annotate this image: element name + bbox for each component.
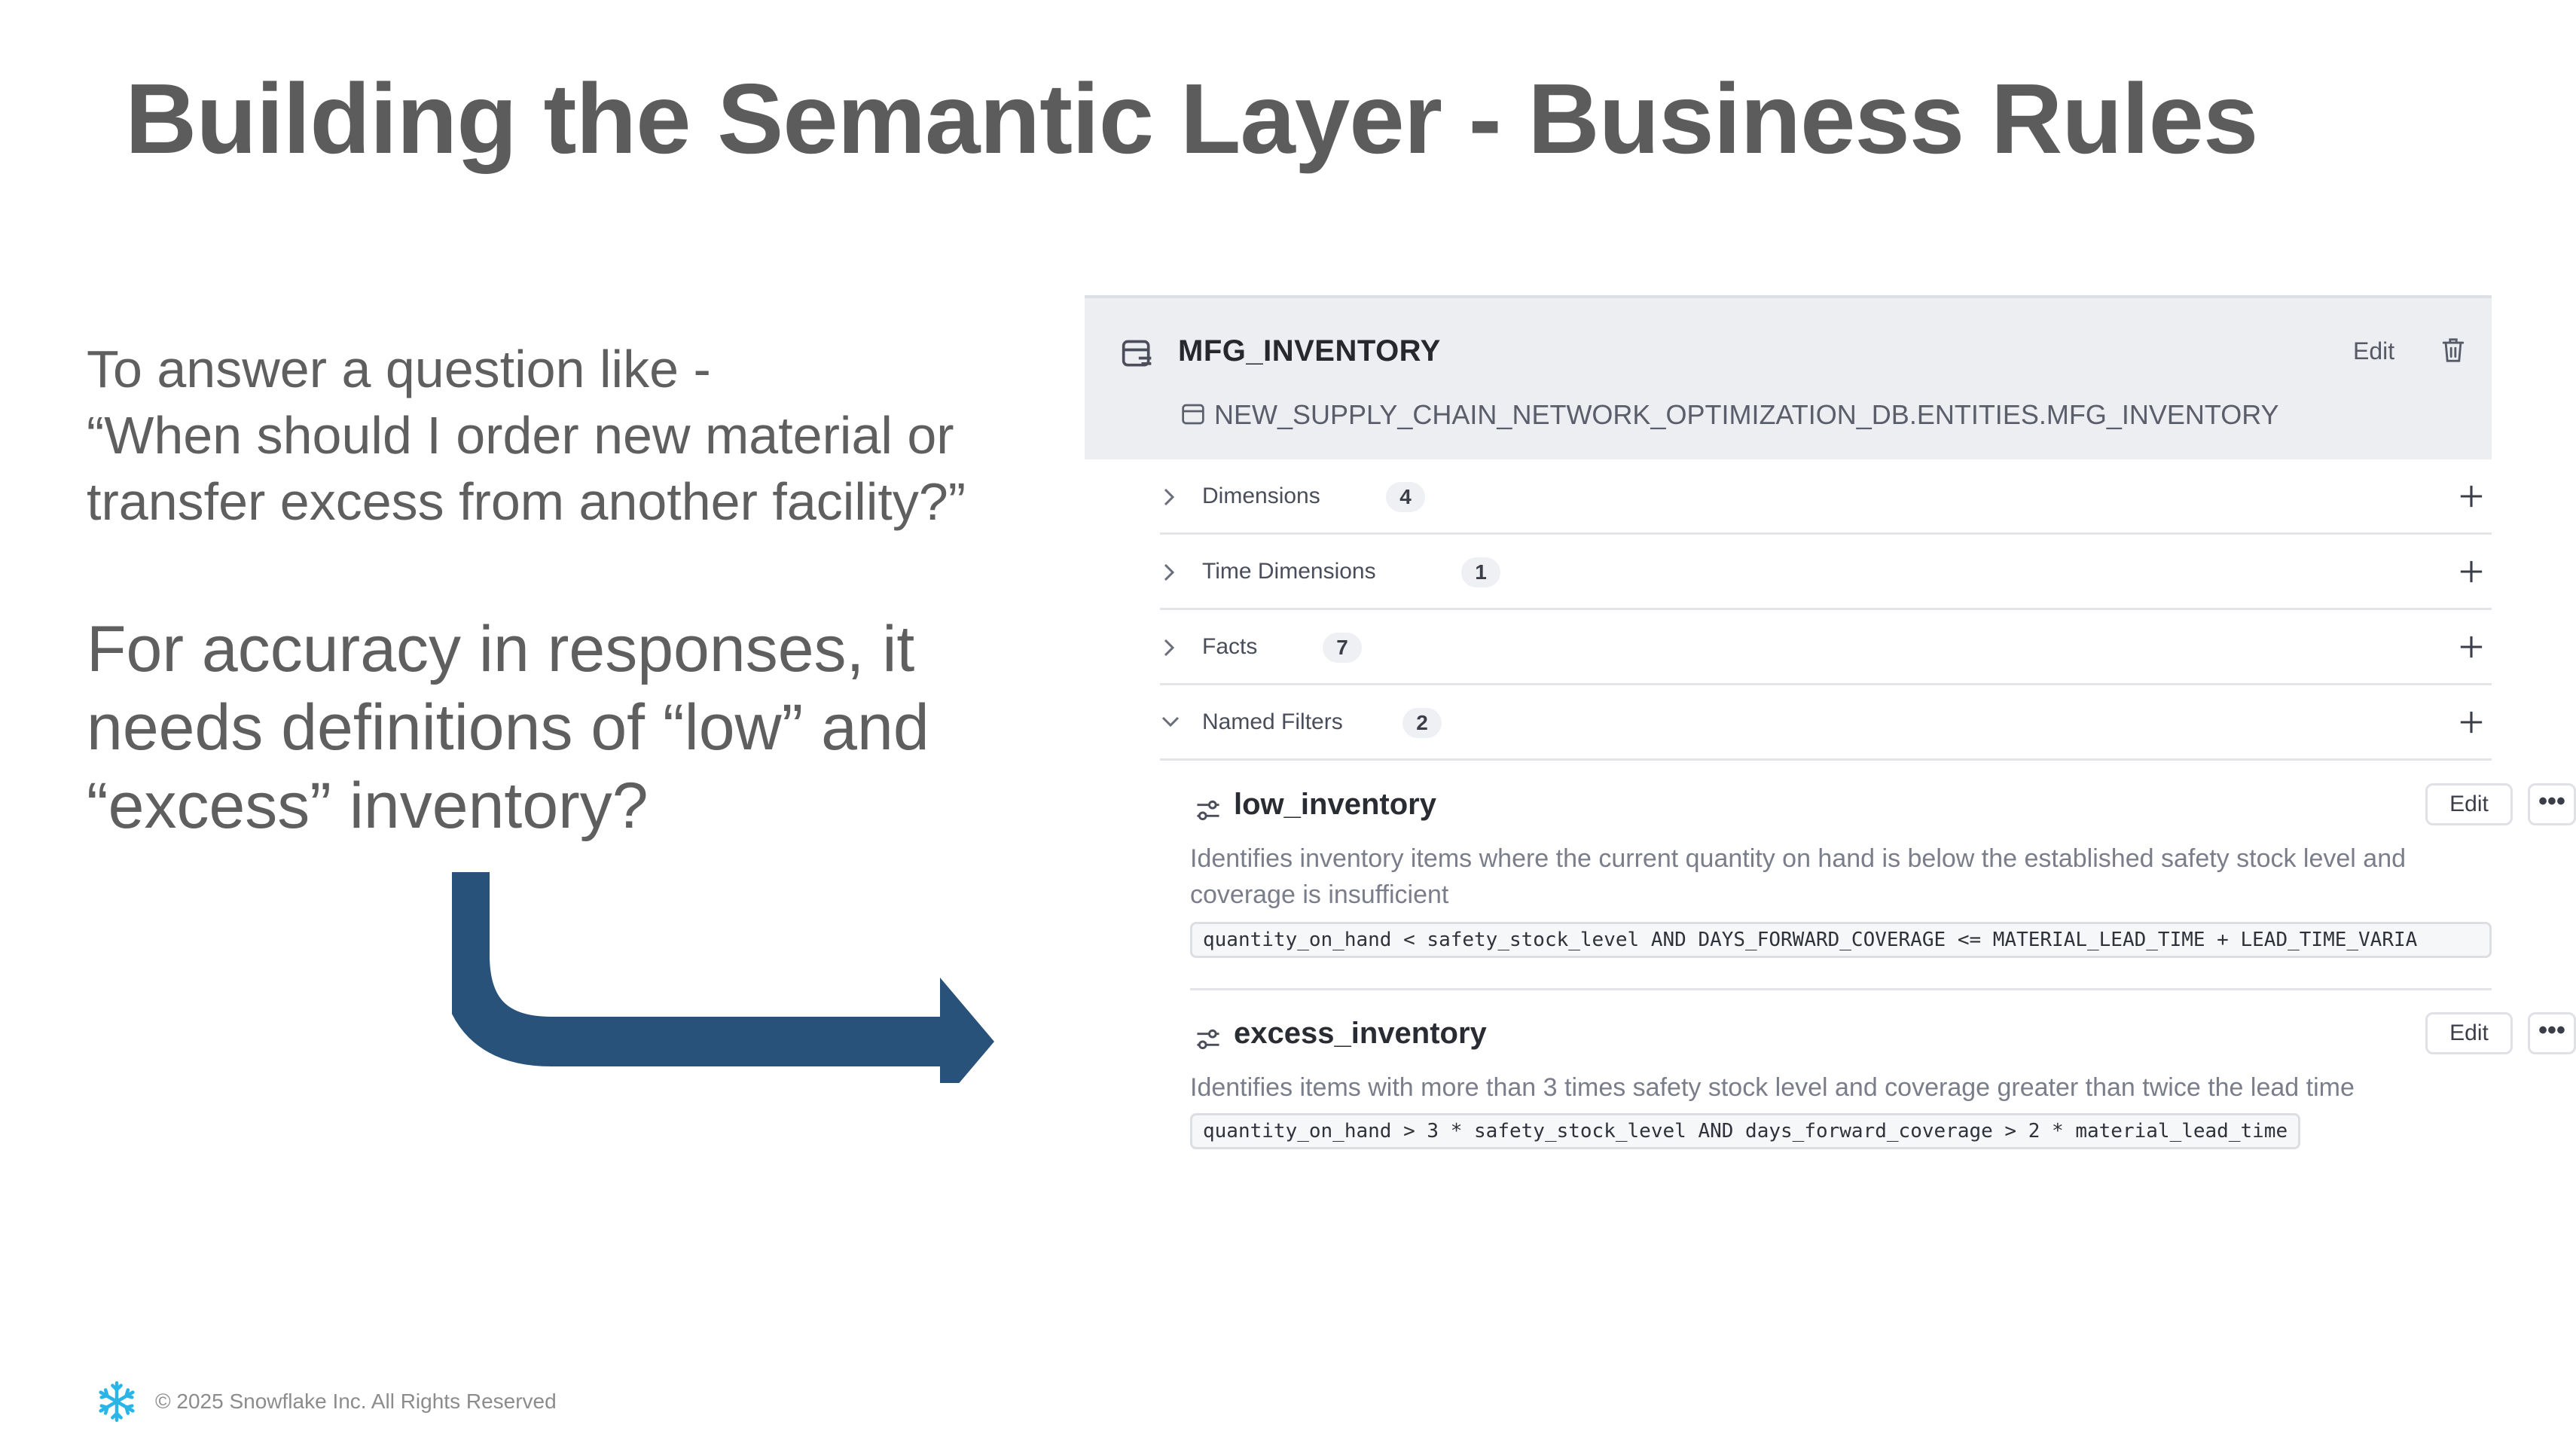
entity-path: NEW_SUPPLY_CHAIN_NETWORK_OPTIMIZATION_DB… — [1214, 399, 2279, 430]
more-options-button[interactable]: ••• — [2528, 783, 2576, 825]
chevron-right-icon[interactable] — [1160, 487, 1178, 508]
section-time-dimensions[interactable]: Time Dimensions 1 — [1160, 535, 2492, 610]
section-count-badge: 7 — [1323, 633, 1362, 663]
copyright-text: © 2025 Snowflake Inc. All Rights Reserve… — [155, 1390, 557, 1413]
note-line: “excess” inventory? — [87, 770, 649, 842]
snowflake-logo-icon — [99, 1381, 135, 1422]
chevron-down-icon[interactable] — [1160, 712, 1181, 731]
note-line: needs definitions of “low” and — [87, 691, 929, 764]
section-label: Facts — [1202, 634, 1258, 659]
entity-edit-button[interactable]: Edit — [2353, 337, 2394, 365]
filter-sliders-icon — [1197, 800, 1219, 821]
section-facts[interactable]: Facts 7 — [1160, 610, 2492, 685]
chevron-right-icon[interactable] — [1160, 562, 1178, 583]
question-text: To answer a question like - “When should… — [87, 336, 1036, 535]
question-line: transfer excess from another facility?” — [87, 472, 966, 531]
filter-description: Identifies items with more than 3 times … — [1190, 1073, 2355, 1102]
filter-name: low_inventory — [1234, 788, 1436, 821]
section-count-badge: 1 — [1461, 557, 1500, 587]
section-label: Time Dimensions — [1202, 559, 1376, 584]
entity-header: MFG_INVENTORY Edit NEW_SUPPLY_CHAIN_NETW… — [1085, 295, 2492, 459]
filter-expression: quantity_on_hand > 3 * safety_stock_leve… — [1190, 1113, 2301, 1149]
section-named-filters[interactable]: Named Filters 2 — [1160, 685, 2492, 761]
plus-icon[interactable] — [2458, 709, 2484, 735]
plus-icon[interactable] — [2458, 484, 2484, 509]
accuracy-note: For accuracy in responses, it needs defi… — [87, 610, 1036, 845]
edit-button[interactable]: Edit — [2425, 783, 2513, 825]
filter-name: excess_inventory — [1234, 1017, 1487, 1050]
named-filter-excess-inventory: excess_inventory Edit ••• Identifies ite… — [1190, 1012, 2576, 1167]
footer: © 2025 Snowflake Inc. All Rights Reserve… — [96, 1381, 557, 1422]
section-label: Dimensions — [1202, 484, 1320, 508]
database-table-icon — [1182, 404, 1204, 425]
section-count-badge: 2 — [1402, 708, 1442, 738]
section-label: Named Filters — [1202, 709, 1343, 734]
divider — [1190, 988, 2492, 990]
question-line: “When should I order new material or — [87, 406, 954, 465]
plus-icon[interactable] — [2458, 559, 2484, 584]
note-line: For accuracy in responses, it — [87, 613, 915, 685]
slide-title: Building the Semantic Layer - Business R… — [125, 63, 2258, 174]
filter-description: Identifies inventory items where the cur… — [1190, 844, 2407, 909]
section-dimensions[interactable]: Dimensions 4 — [1160, 459, 2492, 535]
entity-name: MFG_INVENTORY — [1178, 334, 1441, 368]
filter-sliders-icon — [1197, 1029, 1219, 1050]
question-line: To answer a question like - — [87, 340, 711, 398]
semantic-model-panel: MFG_INVENTORY Edit NEW_SUPPLY_CHAIN_NETW… — [1085, 295, 2576, 1169]
more-options-button[interactable]: ••• — [2528, 1012, 2576, 1054]
plus-icon[interactable] — [2458, 634, 2484, 660]
filter-expression: quantity_on_hand < safety_stock_level AN… — [1190, 922, 2492, 958]
trash-icon[interactable] — [2440, 336, 2466, 365]
edit-button[interactable]: Edit — [2425, 1012, 2513, 1054]
named-filter-low-inventory: low_inventory Edit ••• Identifies invent… — [1190, 783, 2576, 969]
section-count-badge: 4 — [1386, 482, 1425, 512]
chevron-right-icon[interactable] — [1160, 637, 1178, 658]
bent-arrow-icon — [452, 872, 994, 1083]
table-entity-icon — [1122, 340, 1152, 367]
